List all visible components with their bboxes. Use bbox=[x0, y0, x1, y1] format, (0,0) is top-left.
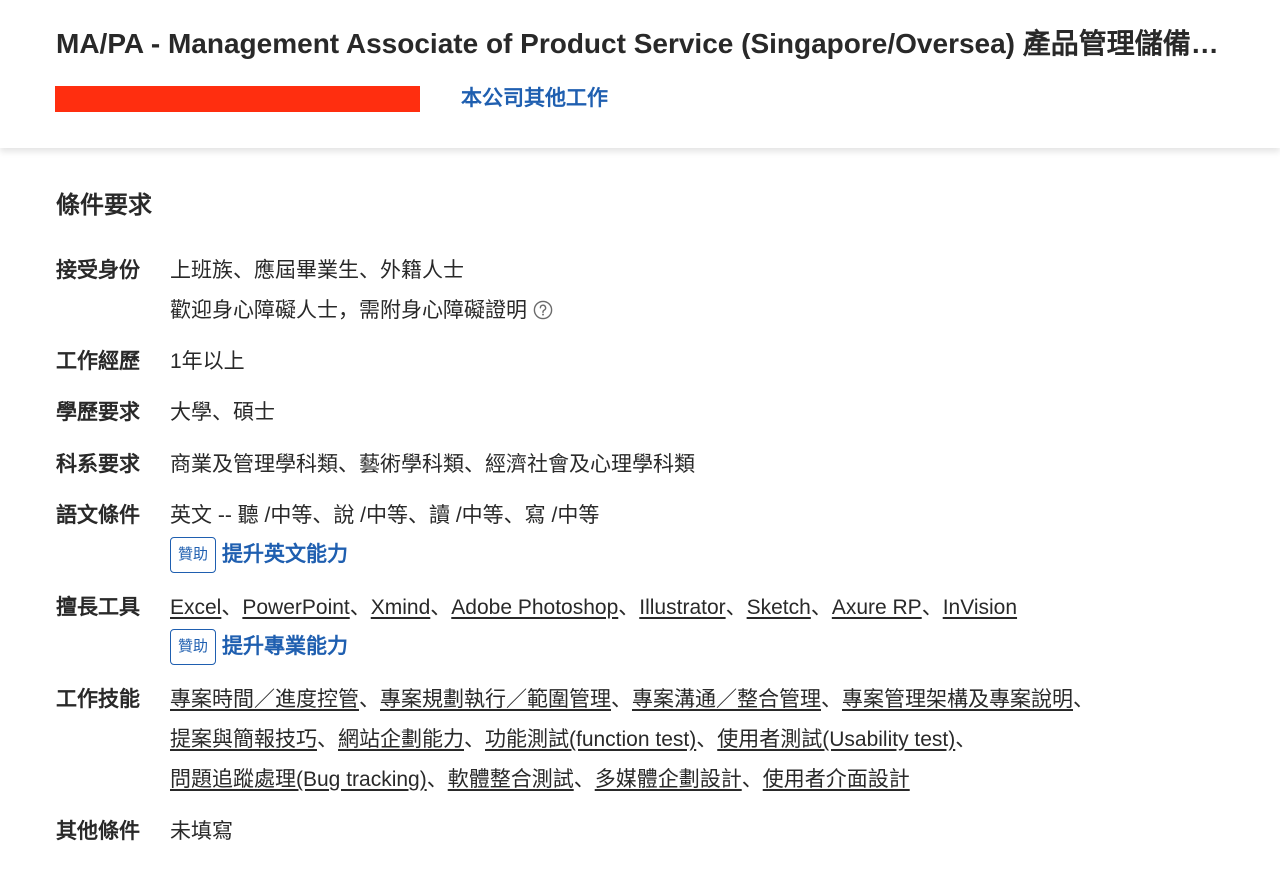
list-separator: 、 bbox=[611, 688, 632, 711]
skills-item[interactable]: 使用者介面設計 bbox=[763, 768, 910, 791]
list-separator: 、 bbox=[921, 596, 943, 619]
skills-item[interactable]: 專案規劃執行／範圍管理 bbox=[380, 688, 611, 711]
major-label: 科系要求 bbox=[56, 453, 140, 476]
skills-item[interactable]: 功能測試(function test) bbox=[485, 728, 696, 751]
tools-item[interactable]: Sketch bbox=[747, 596, 811, 619]
list-separator: 、 bbox=[221, 596, 243, 619]
list-separator: 、 bbox=[955, 728, 977, 751]
other-label: 其他條件 bbox=[56, 820, 140, 843]
list-separator: 、 bbox=[696, 728, 718, 751]
skills-line-2: 提案與簡報技巧、網站企劃能力、功能測試(function test)、使用者測試… bbox=[170, 725, 1240, 755]
job-header: MA/PA - Management Associate of Product … bbox=[0, 0, 1280, 148]
language-value-block: 英文 -- 聽 /中等、說 /中等、讀 /中等、寫 /中等 贊助 提升英文能力 bbox=[170, 501, 1240, 573]
list-separator: 、 bbox=[821, 688, 842, 711]
improve-english-link[interactable]: 提升英文能力 bbox=[222, 540, 348, 570]
skills-item[interactable]: 專案溝通／整合管理 bbox=[632, 688, 821, 711]
language-value: 英文 -- 聽 /中等、說 /中等、讀 /中等、寫 /中等 bbox=[170, 504, 600, 527]
skills-item[interactable]: 專案管理架構及專案說明 bbox=[842, 688, 1073, 711]
list-separator: 、 bbox=[618, 596, 640, 619]
list-separator: 、 bbox=[725, 596, 747, 619]
list-separator: 、 bbox=[1073, 688, 1094, 711]
other-value: 未填寫 bbox=[170, 820, 233, 843]
section-title: 條件要求 bbox=[56, 192, 152, 219]
tools-item[interactable]: Excel bbox=[170, 596, 221, 619]
skills-item[interactable]: 使用者測試(Usability test) bbox=[717, 728, 955, 751]
language-label: 語文條件 bbox=[56, 504, 140, 527]
skills-item[interactable]: 專案時間／進度控管 bbox=[170, 688, 359, 711]
tools-item[interactable]: Axure RP bbox=[832, 596, 922, 619]
experience-label: 工作經歷 bbox=[56, 350, 140, 373]
sponsor-badge: 贊助 bbox=[170, 537, 217, 573]
disability-note-line: 歡迎身心障礙人士，需附身心障礙證明 bbox=[170, 296, 1240, 326]
skills-item[interactable]: 網站企劃能力 bbox=[338, 728, 464, 751]
improve-skills-link[interactable]: 提升專業能力 bbox=[222, 632, 348, 662]
question-circle-icon[interactable] bbox=[533, 299, 553, 320]
tools-list: Excel、PowerPoint、Xmind、Adobe Photoshop、I… bbox=[170, 593, 1240, 623]
tools-item[interactable]: Adobe Photoshop bbox=[451, 596, 618, 619]
major-value: 商業及管理學科類、藝術學科類、經濟社會及心理學科類 bbox=[170, 453, 695, 476]
education-value: 大學、碩士 bbox=[170, 401, 275, 424]
list-separator: 、 bbox=[349, 596, 371, 619]
tools-item[interactable]: PowerPoint bbox=[242, 596, 349, 619]
identity-label: 接受身份 bbox=[56, 259, 140, 282]
list-separator: 、 bbox=[741, 768, 763, 791]
tools-item[interactable]: InVision bbox=[943, 596, 1017, 619]
list-separator: 、 bbox=[430, 596, 452, 619]
tools-promo: 贊助 提升專業能力 bbox=[170, 629, 1240, 665]
company-other-jobs-link[interactable]: 本公司其他工作 bbox=[461, 84, 608, 114]
list-separator: 、 bbox=[359, 688, 380, 711]
redacted-company-name bbox=[55, 86, 420, 112]
skills-item[interactable]: 問題追蹤處理(Bug tracking) bbox=[170, 768, 427, 791]
education-label: 學歷要求 bbox=[56, 401, 140, 424]
skills-item[interactable]: 多媒體企劃設計 bbox=[595, 768, 742, 791]
identity-value: 上班族、應屆畢業生、外籍人士 bbox=[170, 259, 464, 282]
list-separator: 、 bbox=[573, 768, 595, 791]
job-title: MA/PA - Management Associate of Product … bbox=[56, 28, 1246, 59]
skills-item[interactable]: 軟體整合測試 bbox=[448, 768, 574, 791]
list-separator: 、 bbox=[317, 728, 338, 751]
skills-label: 工作技能 bbox=[56, 688, 140, 711]
skills-line-3: 問題追蹤處理(Bug tracking)、軟體整合測試、多媒體企劃設計、使用者介… bbox=[170, 765, 1240, 795]
identity-value-block: 上班族、應屆畢業生、外籍人士 歡迎身心障礙人士，需附身心障礙證明 bbox=[170, 256, 1240, 326]
language-promo: 贊助 提升英文能力 bbox=[170, 537, 1240, 573]
tools-item[interactable]: Xmind bbox=[371, 596, 431, 619]
disability-note: 歡迎身心障礙人士，需附身心障礙證明 bbox=[170, 299, 527, 322]
job-requirements-section: 條件要求 接受身份 上班族、應屆畢業生、外籍人士 歡迎身心障礙人士，需附身心障礙… bbox=[0, 148, 1280, 891]
tools-value-block: Excel、PowerPoint、Xmind、Adobe Photoshop、I… bbox=[170, 593, 1240, 665]
tools-label: 擅長工具 bbox=[56, 596, 140, 619]
tools-item[interactable]: Illustrator bbox=[639, 596, 725, 619]
skills-line-1: 專案時間／進度控管、專案規劃執行／範圍管理、專案溝通／整合管理、專案管理架構及專… bbox=[170, 685, 1240, 715]
list-separator: 、 bbox=[810, 596, 832, 619]
list-separator: 、 bbox=[464, 728, 485, 751]
skills-value-block: 專案時間／進度控管、專案規劃執行／範圍管理、專案溝通／整合管理、專案管理架構及專… bbox=[170, 685, 1240, 795]
sponsor-badge: 贊助 bbox=[170, 629, 217, 665]
skills-item[interactable]: 提案與簡報技巧 bbox=[170, 728, 317, 751]
list-separator: 、 bbox=[426, 768, 448, 791]
experience-value: 1年以上 bbox=[170, 350, 245, 373]
